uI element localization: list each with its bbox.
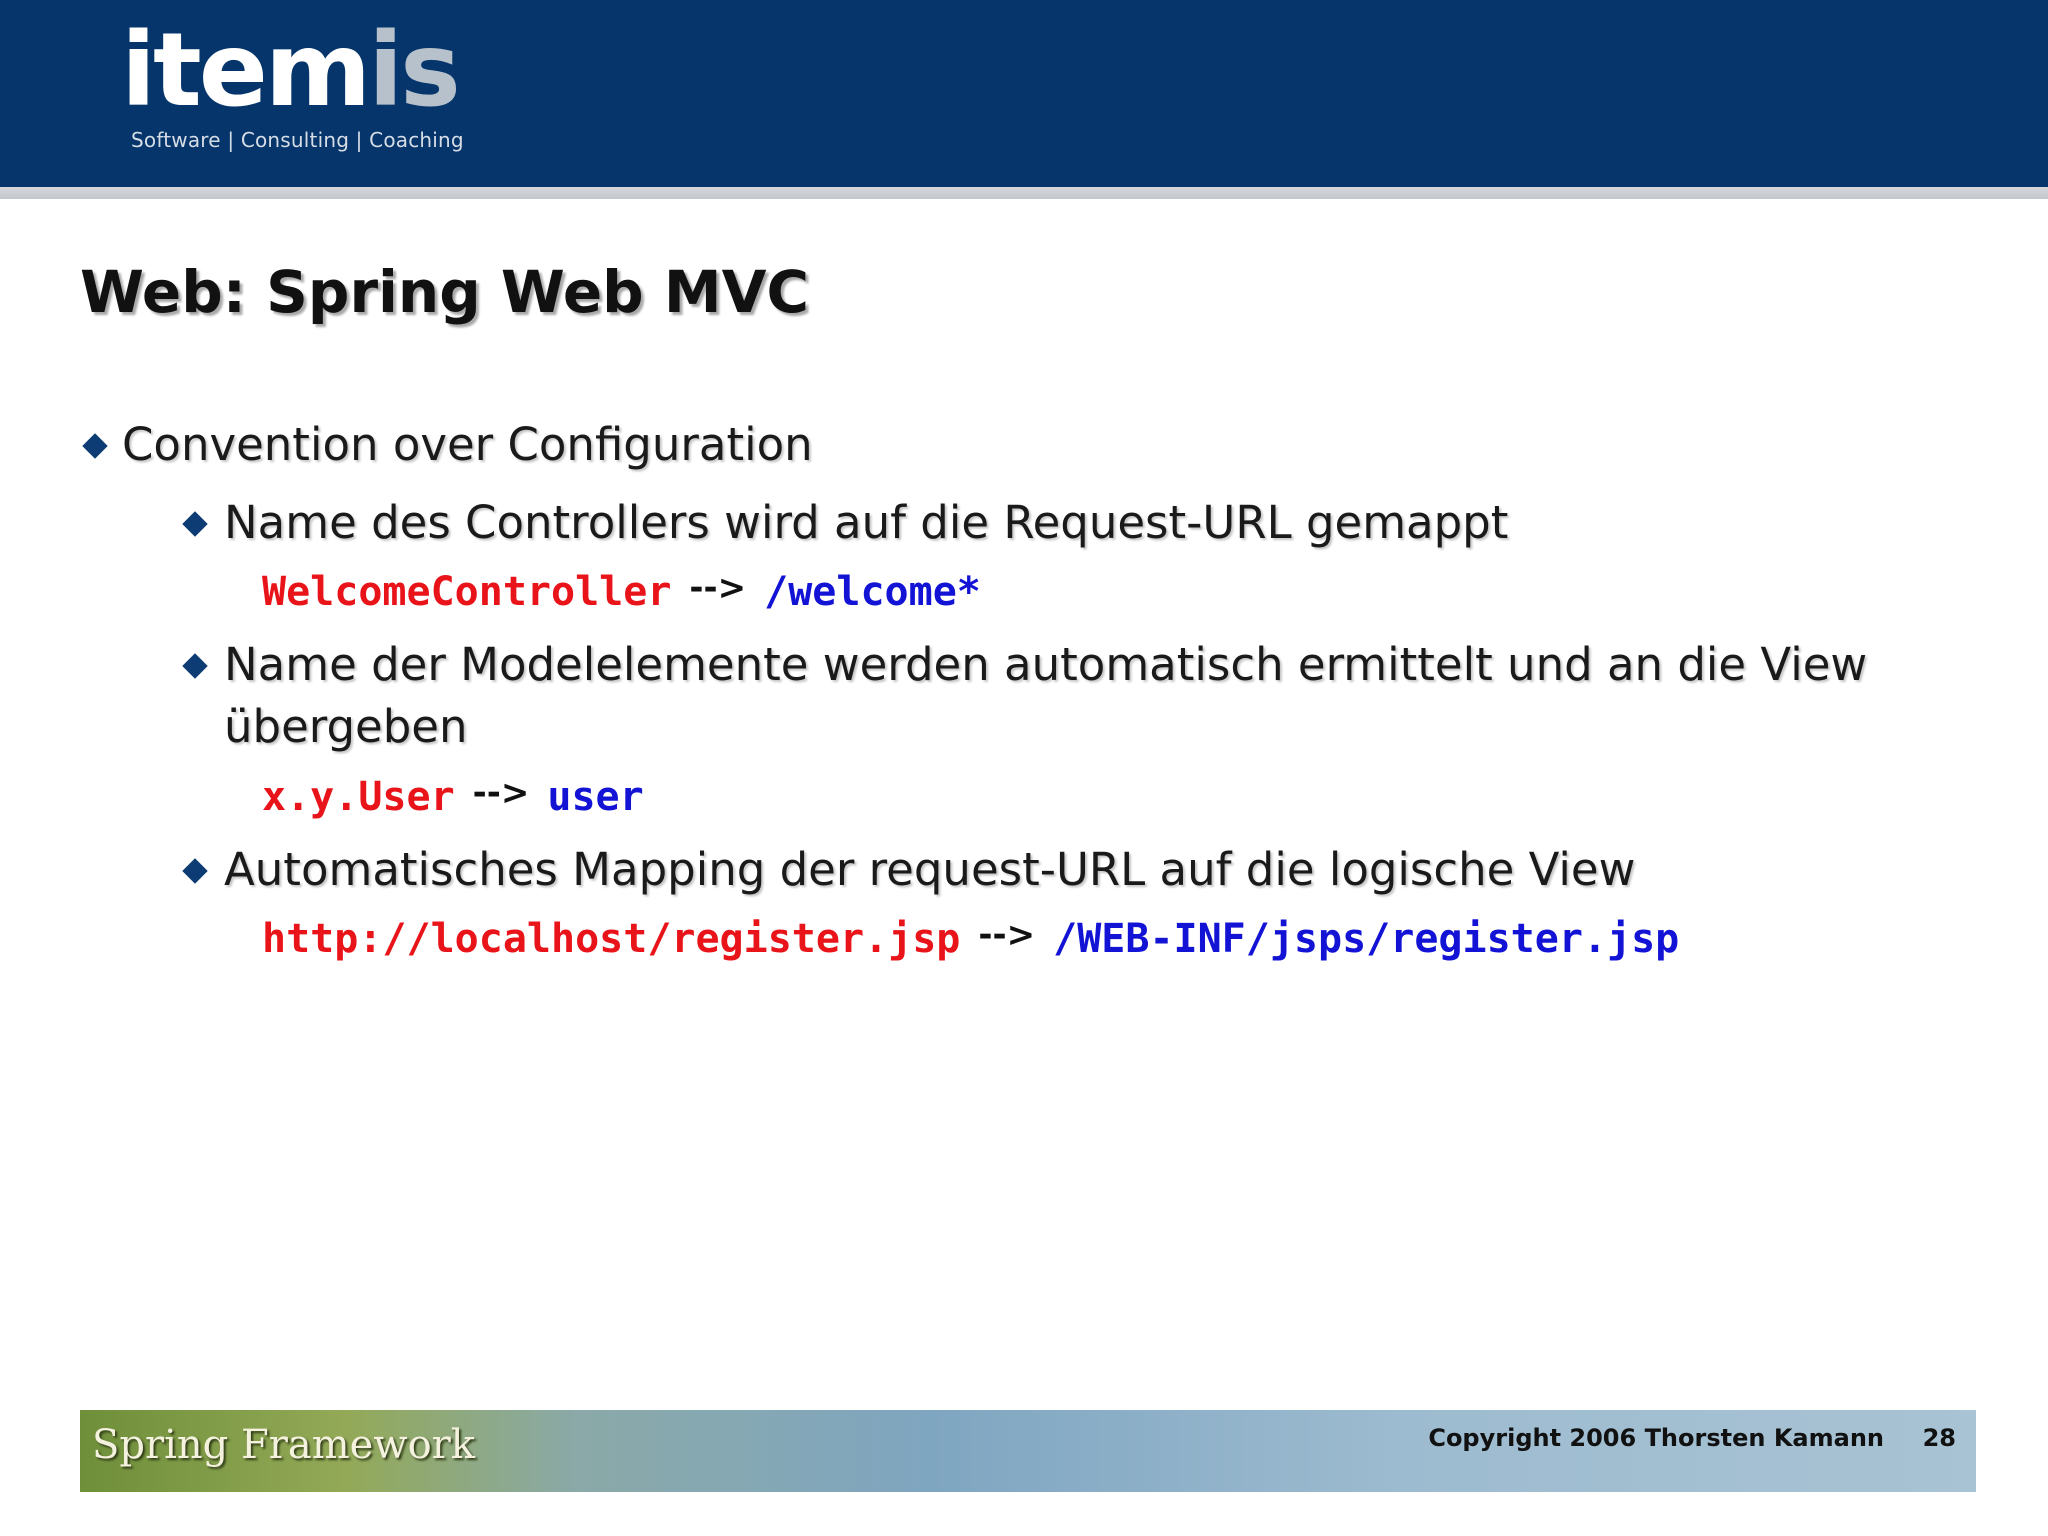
code-example-model: x.y.User --> user xyxy=(262,772,644,824)
code-example-view: http://localhost/register.jsp --> /WEB-INF… xyxy=(262,914,1679,966)
itemis-logo: itemis Software | Consulting | Coaching xyxy=(121,20,464,153)
code-example-controller: WelcomeController --> /welcome* xyxy=(262,567,981,619)
bullet-model-elements-line2: übergeben xyxy=(224,700,468,753)
page-number: 28 xyxy=(1922,1424,1956,1452)
bullet-view-mapping: Automatisches Mapping der request-URL au… xyxy=(224,843,1636,896)
logo-wordmark: itemis xyxy=(121,20,464,122)
mapping-arrow: --> xyxy=(472,773,530,813)
logo-part2: is xyxy=(368,11,461,130)
bullet-diamond-icon xyxy=(182,511,208,537)
slide-title: Web: Spring Web MVC xyxy=(80,258,810,326)
header-bar: itemis Software | Consulting | Coaching xyxy=(0,0,2048,187)
spring-framework-logo: Spring Framework xyxy=(92,1422,476,1468)
bullet-diamond-icon xyxy=(182,653,208,679)
bullet-diamond-icon xyxy=(182,858,208,884)
bullet-convention: Convention over Configuration xyxy=(122,418,813,471)
code-source: x.y.User xyxy=(262,774,455,820)
footer-banner: Spring Framework Copyright 2006 Thorsten… xyxy=(80,1410,1976,1492)
code-target: /WEB-INF/jsps/register.jsp xyxy=(1053,916,1680,962)
copyright-text: Copyright 2006 Thorsten Kamann xyxy=(1428,1424,1884,1452)
mapping-arrow: --> xyxy=(978,915,1036,955)
logo-part1: item xyxy=(121,11,371,130)
code-target: user xyxy=(547,774,644,820)
logo-tagline: Software | Consulting | Coaching xyxy=(131,128,464,152)
mapping-arrow: --> xyxy=(689,568,747,608)
bullet-diamond-icon xyxy=(82,433,108,459)
code-source: http://localhost/register.jsp xyxy=(262,916,961,962)
code-target: /welcome* xyxy=(764,569,981,615)
bullet-model-elements-line1: Name der Modelelemente werden automatisc… xyxy=(224,638,1868,691)
code-source: WelcomeController xyxy=(262,569,672,615)
bullet-controller-name: Name des Controllers wird auf die Reques… xyxy=(224,496,1509,549)
header-divider xyxy=(0,187,2048,199)
